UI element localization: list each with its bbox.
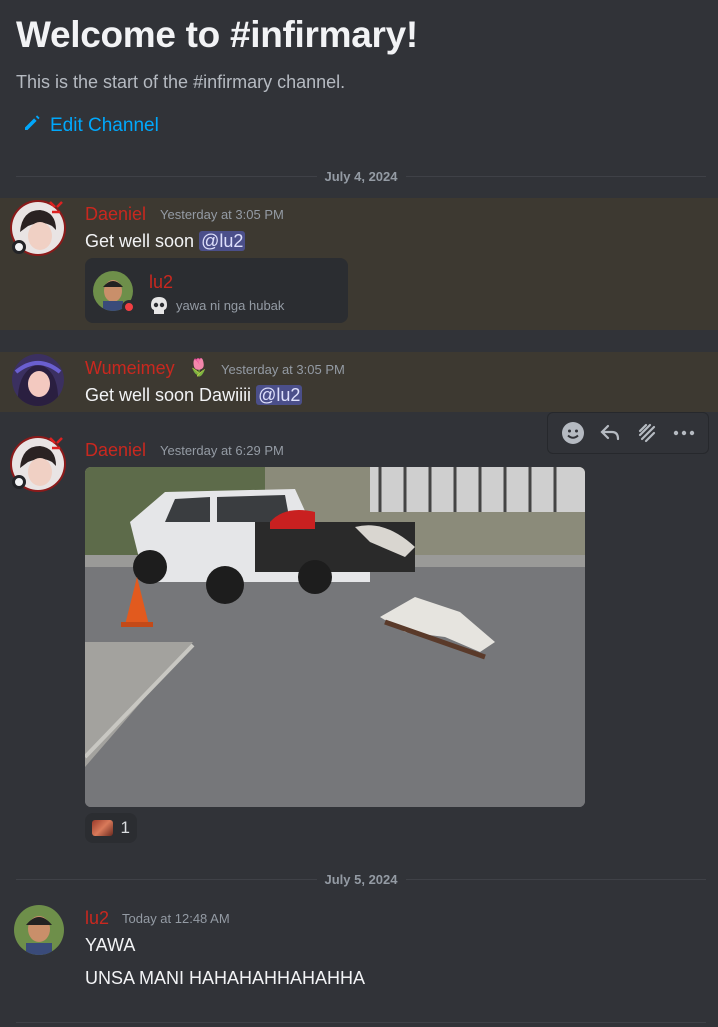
- message-timestamp[interactable]: Today at 12:48 AM: [122, 911, 230, 926]
- angry-emoji-icon: [48, 200, 64, 214]
- date-label: July 4, 2024: [324, 168, 398, 184]
- reaction-pill[interactable]: 1: [85, 813, 137, 843]
- channel-welcome-title: Welcome to #infirmary!: [16, 14, 418, 55]
- profile-embed-card[interactable]: lu2 yawa ni nga hubak: [85, 258, 348, 323]
- edit-channel-link[interactable]: Edit Channel: [22, 113, 159, 139]
- message-text: Get well soon: [85, 231, 200, 251]
- add-reaction-button[interactable]: [557, 417, 589, 449]
- message-timestamp[interactable]: Yesterday at 6:29 PM: [160, 443, 284, 458]
- skull-icon: [149, 296, 169, 316]
- edit-channel-label: Edit Channel: [50, 115, 159, 136]
- message-line: YAWA: [85, 935, 136, 955]
- user-mention[interactable]: @lu2: [256, 385, 303, 405]
- avatar[interactable]: [14, 905, 64, 955]
- message-timestamp[interactable]: Yesterday at 3:05 PM: [221, 362, 345, 377]
- user-mention[interactable]: @lu2: [199, 231, 246, 251]
- message-author[interactable]: Daeniel: [85, 204, 146, 225]
- status-indicator: [12, 475, 26, 489]
- embed-username: lu2: [149, 272, 174, 292]
- message-content: Get well soon @lu2: [85, 231, 246, 252]
- channel-welcome-subtitle: This is the start of the #infirmary chan…: [16, 72, 346, 92]
- message-timestamp[interactable]: Yesterday at 3:05 PM: [160, 207, 284, 222]
- message-author[interactable]: Daeniel: [85, 440, 146, 461]
- chat-view: Welcome to #infirmary! This is the start…: [0, 0, 718, 1027]
- create-thread-button[interactable]: [631, 417, 663, 449]
- date-divider: July 4, 2024: [16, 166, 706, 186]
- message-line: UNSA MANI HAHAHAHHAHAHHA: [85, 968, 366, 988]
- message-content: Get well soon Dawiiii @lu2: [85, 385, 303, 406]
- custom-status-text: yawa ni nga hubak: [176, 298, 285, 313]
- dnd-status-icon: [122, 300, 136, 314]
- emoji-icon: [561, 422, 584, 444]
- custom-emoji-icon: [92, 820, 113, 836]
- reply-button[interactable]: [594, 417, 626, 449]
- status-indicator: [12, 240, 26, 254]
- reaction-count: 1: [120, 818, 130, 837]
- angry-emoji-icon: [48, 436, 64, 450]
- date-divider: July 5, 2024: [16, 869, 706, 889]
- gif-attachment[interactable]: [85, 467, 585, 807]
- message-author[interactable]: Wumeimey: [85, 358, 175, 379]
- avatar[interactable]: [12, 354, 64, 406]
- more-options-button[interactable]: [668, 417, 700, 449]
- message-text: Get well soon Dawiiii: [85, 385, 257, 405]
- divider: [16, 1022, 706, 1023]
- message-author[interactable]: lu2: [85, 908, 109, 929]
- date-label: July 5, 2024: [324, 871, 398, 887]
- tulip-badge-icon: 🌷: [188, 358, 210, 377]
- pencil-icon: [22, 113, 42, 139]
- thread-icon: [638, 423, 655, 443]
- reply-icon: [599, 424, 619, 441]
- more-icon: [673, 430, 694, 436]
- message-actions-toolbar: [547, 412, 709, 454]
